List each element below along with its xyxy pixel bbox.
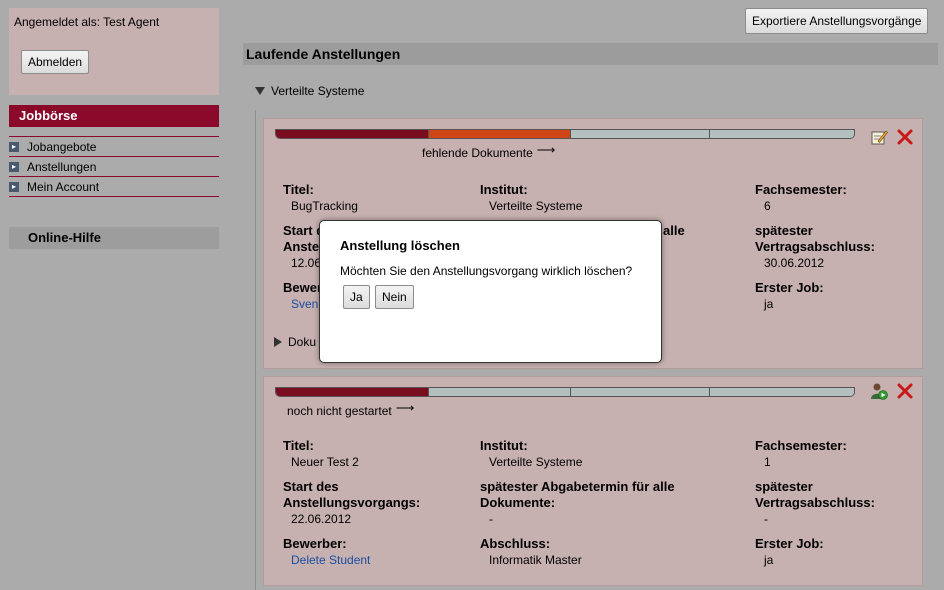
institute-value: Verteilte Systeme — [489, 455, 583, 469]
nav-bullet-icon: ▸ — [9, 181, 19, 192]
deadline-label-2: Dokumente: — [480, 495, 556, 510]
contract-label-2: Vertragsabschluss: — [755, 239, 875, 254]
collapse-triangle-icon — [255, 87, 265, 95]
employment-card: noch nicht gestartet ⟶ Titel: Neuer Test… — [263, 376, 923, 586]
group-divider — [255, 110, 256, 590]
nav-item-label: Anstellungen — [27, 159, 97, 174]
edit-icon[interactable] — [870, 128, 888, 146]
deadline-label: spätester Abgabetermin für alle — [480, 479, 675, 494]
applicant-link[interactable]: Sven — [291, 297, 318, 311]
progress-bar — [275, 387, 855, 397]
progress-status: fehlende Dokumente ⟶ — [422, 142, 556, 161]
institute-value: Verteilte Systeme — [489, 199, 583, 213]
logged-in-text: Angemeldet als: Test Agent — [14, 15, 160, 29]
contract-value: - — [764, 512, 768, 526]
nav-item-mein-account[interactable]: ▸ Mein Account — [9, 177, 219, 197]
nav-item-anstellungen[interactable]: ▸ Anstellungen — [9, 157, 219, 177]
degree-label: Abschluss: — [480, 536, 551, 551]
start-process-icon[interactable] — [870, 382, 888, 400]
first-job-value: ja — [764, 553, 774, 567]
confirm-yes-button[interactable]: Ja — [343, 285, 370, 309]
nav-item-jobangebote[interactable]: ▸ Jobangebote — [9, 137, 219, 157]
first-job-value: ja — [764, 297, 774, 311]
start-label: Start d — [283, 223, 325, 238]
contract-label: spätester — [755, 223, 813, 238]
nav-item-label: Jobangebote — [27, 139, 97, 154]
group-toggle[interactable]: Verteilte Systeme — [255, 84, 364, 98]
degree-value: Informatik Master — [489, 553, 582, 567]
nav-list: ▸ Jobangebote ▸ Anstellungen ▸ Mein Acco… — [9, 136, 219, 197]
start-label: Start des — [283, 479, 339, 494]
return-arrow-icon: ⟶ — [395, 400, 415, 415]
progress-segment — [276, 388, 429, 396]
group-label: Verteilte Systeme — [271, 84, 365, 98]
progress-status: noch nicht gestartet ⟶ — [287, 400, 415, 419]
first-job-label: Erster Job: — [755, 280, 824, 295]
status-label: noch nicht gestartet — [287, 404, 392, 418]
contract-value: 30.06.2012 — [764, 256, 825, 270]
progress-segment — [429, 388, 571, 396]
start-value: 22.06.2012 — [291, 512, 352, 526]
delete-confirm-dialog: Anstellung löschen Möchten Sie den Anste… — [319, 220, 662, 363]
logout-button[interactable]: Abmelden — [21, 50, 90, 74]
online-help-link[interactable]: Online-Hilfe — [9, 227, 219, 249]
progress-segment — [710, 130, 854, 138]
progress-segment — [429, 130, 571, 138]
start-label-2: Anste — [283, 239, 320, 254]
documents-toggle[interactable]: Doku — [274, 335, 316, 349]
status-label: fehlende Dokumente — [422, 146, 533, 160]
contract-label: spätester — [755, 479, 813, 494]
deadline-value: - — [489, 512, 493, 526]
delete-icon[interactable] — [896, 382, 914, 400]
return-arrow-icon: ⟶ — [536, 142, 556, 157]
expand-triangle-icon — [274, 337, 282, 347]
progress-segment — [710, 388, 854, 396]
semester-label: Fachsemester: — [755, 438, 847, 453]
institute-label: Institut: — [480, 438, 528, 453]
progress-bar — [275, 129, 855, 139]
first-job-label: Erster Job: — [755, 536, 824, 551]
title-label: Titel: — [283, 438, 314, 453]
documents-label: Doku — [288, 335, 317, 349]
semester-label: Fachsemester: — [755, 182, 847, 197]
nav-title: Jobbörse — [9, 105, 219, 127]
progress-segment — [571, 388, 710, 396]
title-label: Titel: — [283, 182, 314, 197]
applicant-label: Bewerber: — [283, 536, 347, 551]
progress-segment — [276, 130, 429, 138]
semester-value: 1 — [764, 455, 771, 469]
start-label-2: Anstellungsvorgangs: — [283, 495, 421, 510]
progress-segment — [571, 130, 710, 138]
institute-label: Institut: — [480, 182, 528, 197]
title-value: BugTracking — [291, 199, 358, 213]
section-title: Laufende Anstellungen — [243, 43, 938, 65]
login-box: Angemeldet als: Test Agent Abmelden — [9, 8, 219, 95]
confirm-no-button[interactable]: Nein — [375, 285, 414, 309]
export-button[interactable]: Exportiere Anstellungsvorgänge — [745, 8, 929, 34]
nav-bullet-icon: ▸ — [9, 141, 19, 152]
applicant-link[interactable]: Delete Student — [291, 553, 370, 567]
deadline-label: alle — [663, 223, 685, 238]
dialog-title: Anstellung löschen — [340, 238, 460, 253]
delete-icon[interactable] — [896, 128, 914, 146]
semester-value: 6 — [764, 199, 771, 213]
title-value: Neuer Test 2 — [291, 455, 359, 469]
nav-bullet-icon: ▸ — [9, 161, 19, 172]
contract-label-2: Vertragsabschluss: — [755, 495, 875, 510]
nav-item-label: Mein Account — [27, 179, 100, 194]
start-value: 12.06 — [291, 256, 322, 270]
dialog-message: Möchten Sie den Anstellungsvorgang wirkl… — [340, 264, 633, 278]
